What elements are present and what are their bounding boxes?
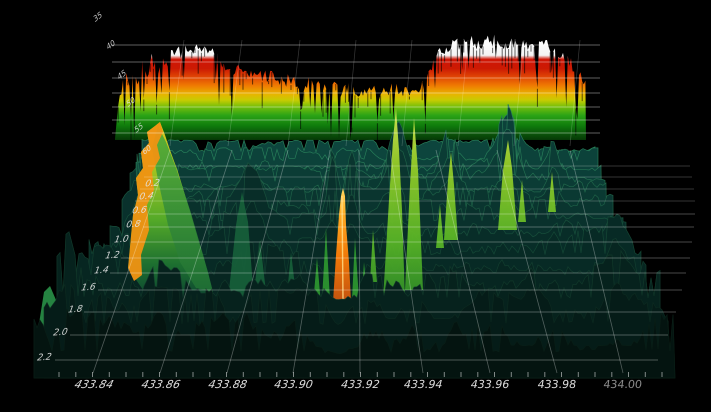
time-tick-label: 0.8 [125, 219, 141, 230]
freq-tick-label: 433.88 [207, 378, 248, 391]
time-tick-label: 0.4 [138, 191, 154, 202]
freq-tick-label: 433.98 [537, 378, 576, 391]
frequency-axis-labels: 433.84 433.86 433.88 433.90 433.92 433.94 433.… [73, 378, 643, 391]
freq-tick-label: 433.94 [404, 378, 443, 391]
time-tick-label: 2.2 [36, 352, 52, 363]
freq-tick-label: 433.92 [340, 378, 380, 391]
time-tick-label: 1.0 [113, 234, 129, 245]
time-tick-label: 1.2 [104, 250, 120, 261]
spectrum-analyzer-3d-view: 354045505560 0.20.40.60.81.01.21.41.61.8… [0, 0, 711, 412]
time-tick-label: 0.6 [131, 205, 147, 216]
time-tick-label: 1.6 [80, 282, 96, 293]
freq-tick-label: 433.96 [471, 378, 510, 391]
center-spike-core [342, 196, 343, 300]
freq-tick-label: 433.84 [73, 378, 115, 391]
time-tick-label: 0.2 [144, 178, 160, 189]
time-tick-label: 1.8 [67, 304, 83, 315]
freq-tick-label: 433.86 [140, 378, 182, 391]
3d-spectrum-plot: 354045505560 0.20.40.60.81.01.21.41.61.8… [0, 0, 711, 412]
freq-tick-label: 433.90 [273, 378, 313, 391]
time-tick-label: 2.0 [52, 327, 68, 338]
freq-tick-label: 434.00 [603, 378, 642, 391]
time-tick-label: 1.4 [93, 265, 109, 276]
